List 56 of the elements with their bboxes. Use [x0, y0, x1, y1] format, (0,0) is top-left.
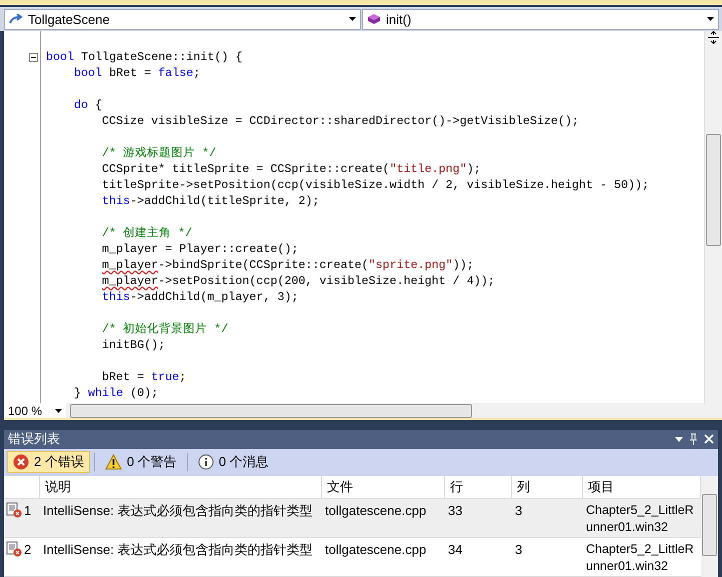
caret-icon	[55, 408, 62, 412]
code-line: bRet = true;	[102, 370, 186, 384]
code-line: bool TollgateScene::init() {	[46, 50, 242, 64]
row-number: 1	[24, 502, 32, 519]
panel-title: 错误列表	[8, 430, 60, 448]
dropdown-icon[interactable]	[675, 436, 683, 442]
code-line: titleSprite->setPosition(ccp(visibleSize.width / 2, visibleSize.height - 50));	[102, 178, 650, 192]
table-cell: IntelliSense: 表达式必须包含指向类的指针类型	[40, 499, 322, 538]
table-cell: Chapter5_2_LittleRunner01.win32	[583, 499, 701, 538]
method-icon	[367, 13, 381, 25]
code-line: m_player = Player::create();	[102, 242, 298, 256]
split-icon[interactable]	[707, 31, 720, 44]
class-dropdown[interactable]: TollgateScene	[4, 8, 361, 30]
code-line: bool bRet = false;	[74, 66, 200, 80]
code-line: } while (0);	[74, 386, 158, 400]
column-header[interactable]: 列	[512, 476, 583, 499]
code-line: CCSprite* titleSprite = CCSprite::create("title.png");	[102, 162, 481, 176]
column-header[interactable]: 项目	[583, 476, 701, 499]
arrow-icon	[9, 14, 23, 24]
column-header[interactable]: 说明	[40, 476, 322, 499]
filter-button[interactable]: 0 个警告	[98, 451, 183, 474]
table-cell: 33	[445, 499, 512, 538]
caret-icon	[349, 17, 356, 21]
error-icon	[13, 454, 29, 470]
collapse-icon[interactable]	[29, 52, 38, 62]
code-line: this->addChild(titleSprite, 2);	[102, 194, 320, 208]
warning-icon	[104, 454, 122, 470]
filter-button[interactable]: 2 个错误	[7, 451, 90, 474]
code-line: /* 初始化背景图片 */	[102, 322, 228, 336]
code-line: CCSize visibleSize = CCDirector::sharedDirector()->getVisibleSize();	[102, 114, 579, 128]
column-header[interactable]: 行	[445, 476, 512, 499]
code-line: initBG();	[102, 338, 166, 352]
code-line: /* 游戏标题图片 */	[102, 146, 216, 160]
code-line: this->addChild(m_player, 3);	[102, 290, 298, 304]
member-dropdown[interactable]: init()	[362, 8, 719, 30]
table-cell: tollgatescene.cpp	[322, 499, 445, 538]
code-line: m_player->bindSprite(CCSprite::create("sprite.png"));	[102, 258, 474, 272]
pin-icon[interactable]	[689, 433, 698, 446]
code-line: m_player->setPosition(ccp(200, visibleSize.height / 4));	[102, 274, 495, 288]
scrollbar-thumb[interactable]	[70, 404, 472, 418]
member-label: init()	[386, 12, 412, 26]
caret-icon	[707, 17, 714, 21]
close-icon[interactable]	[704, 434, 714, 444]
table-cell: 3	[512, 499, 583, 538]
row-number: 2	[24, 541, 32, 558]
code-line: /* 创建主角 */	[102, 226, 192, 240]
code-line: do {	[74, 98, 102, 112]
filter-button[interactable]: 0 个消息	[192, 451, 275, 474]
scrollbar-thumb[interactable]	[702, 494, 717, 556]
zoom-dropdown[interactable]: 100 %	[4, 403, 66, 418]
info-icon	[198, 454, 214, 470]
class-scope-label: TollgateScene	[28, 12, 110, 26]
column-header[interactable]: 文件	[322, 476, 445, 499]
zoom-label: 100 %	[8, 404, 42, 418]
error-document-icon	[6, 502, 22, 518]
scrollbar-thumb[interactable]	[706, 134, 721, 246]
